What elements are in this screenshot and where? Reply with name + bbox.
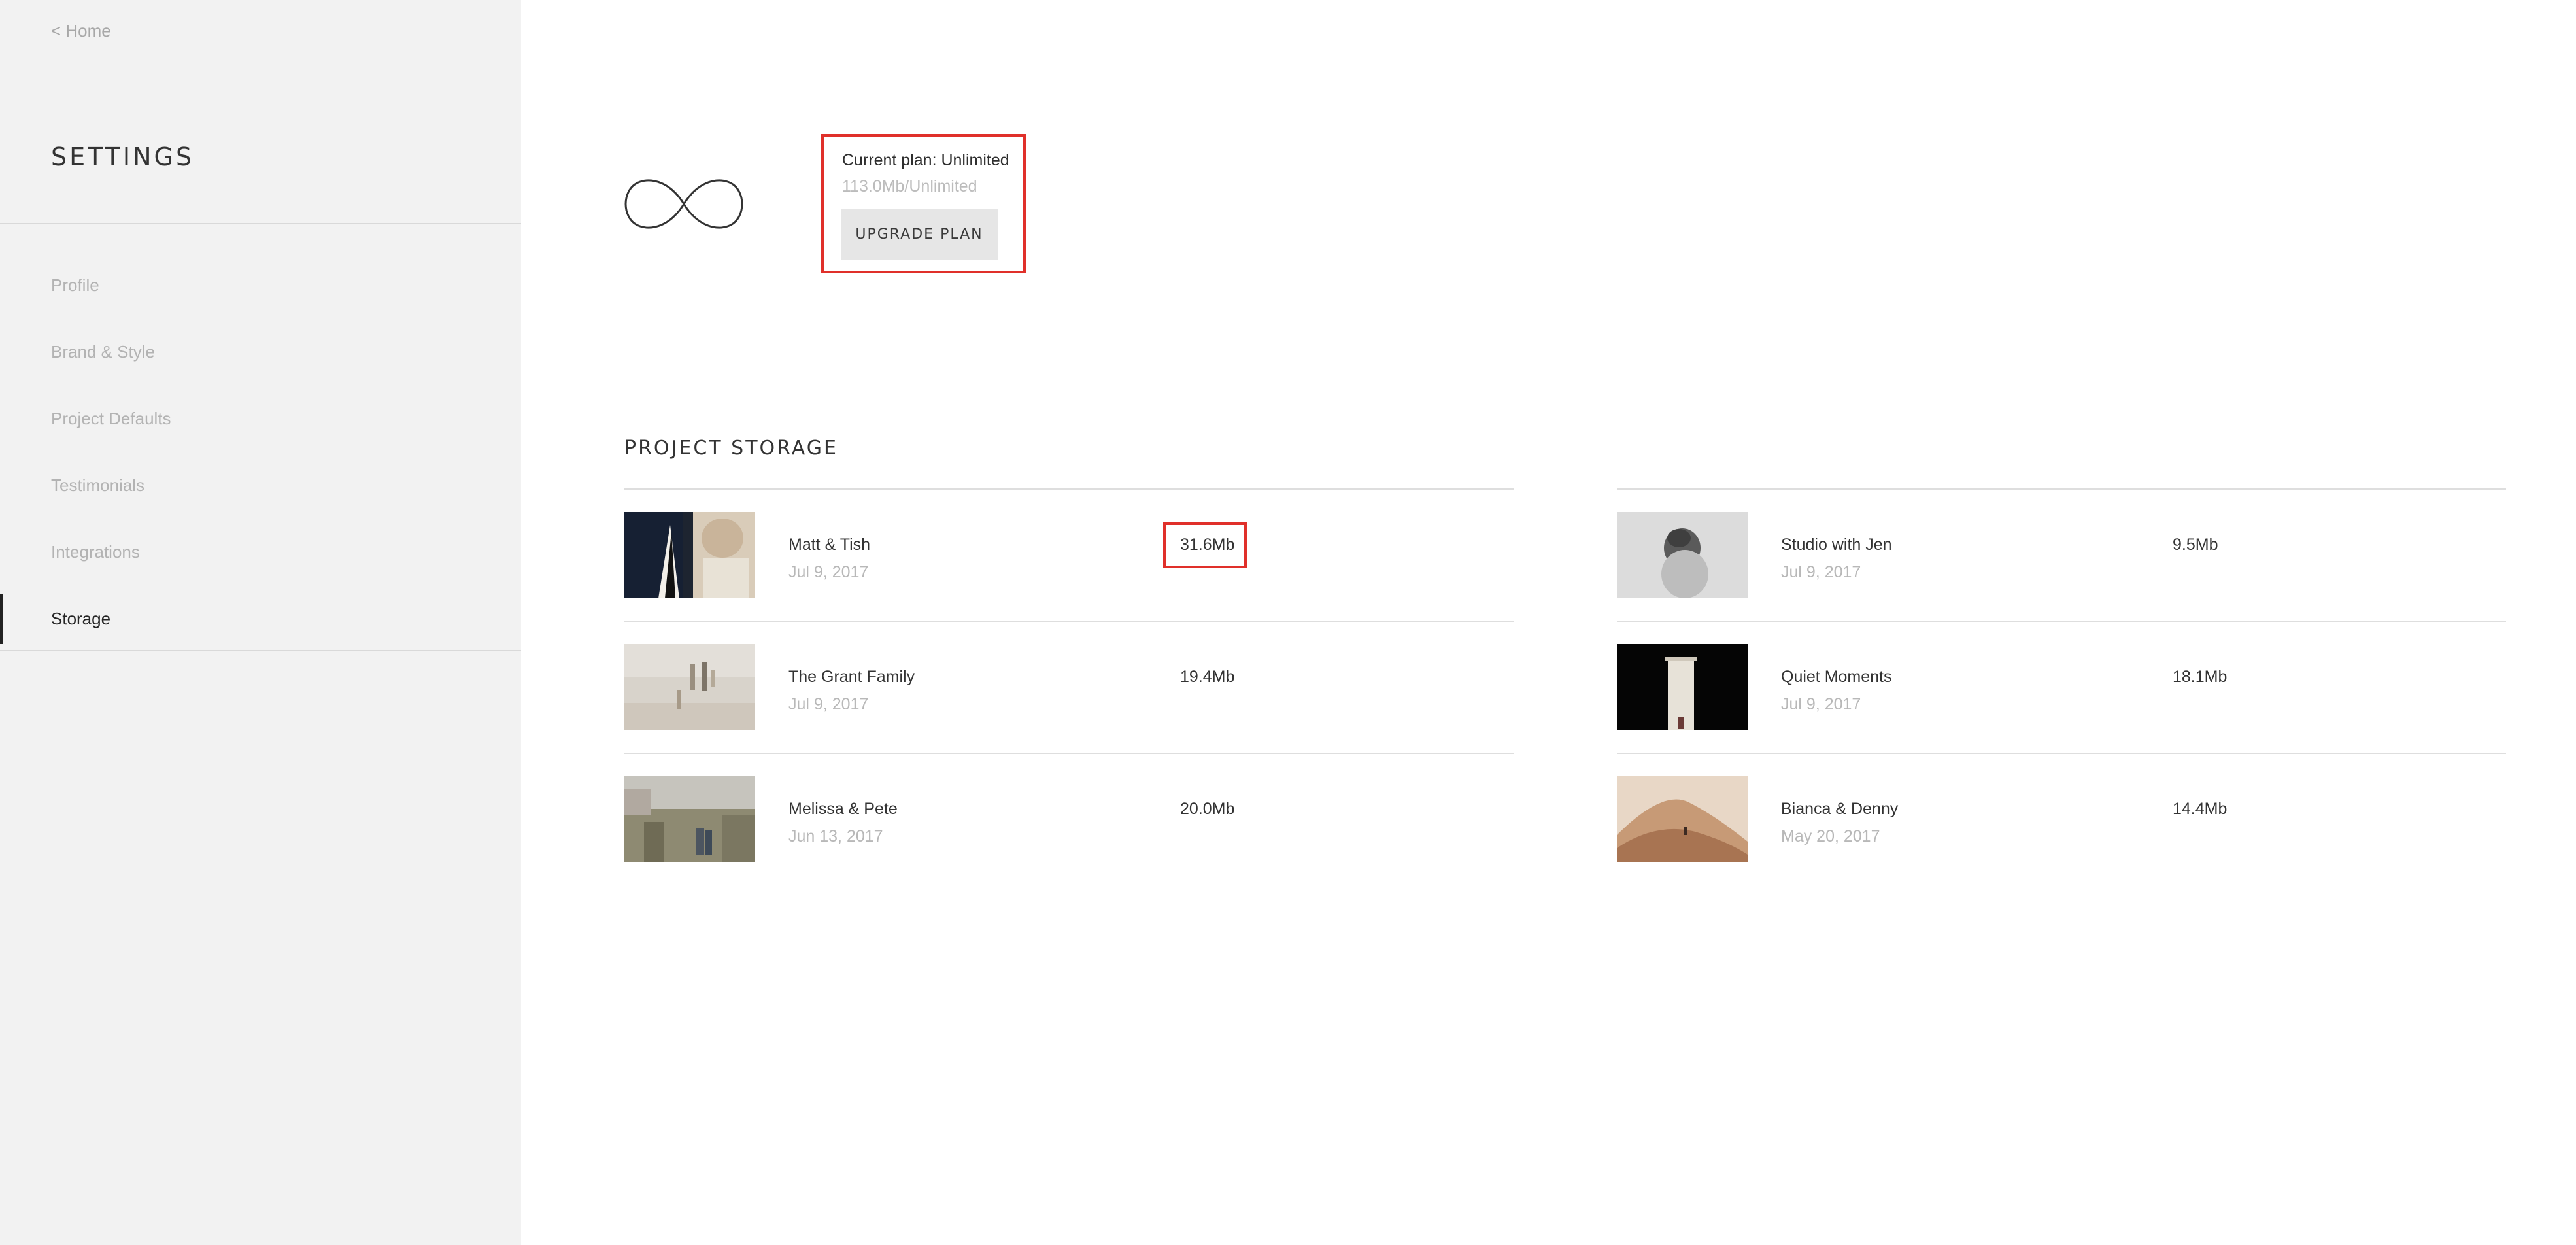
settings-nav: Profile Brand & Style Project Defaults T… — [0, 252, 521, 652]
project-date: Jul 9, 2017 — [1781, 563, 1861, 581]
sidebar-item-integrations[interactable]: Integrations — [0, 519, 521, 585]
project-date: Jul 9, 2017 — [1781, 695, 1861, 713]
project-thumbnail[interactable] — [624, 644, 755, 730]
project-thumbnail[interactable] — [624, 512, 755, 598]
sidebar-divider — [0, 223, 521, 224]
infinity-icon — [624, 179, 743, 229]
sidebar-item-storage[interactable]: Storage — [0, 585, 521, 652]
storage-row[interactable]: Bianca & Denny May 20, 2017 14.4Mb — [1617, 754, 2506, 885]
home-link[interactable]: < Home — [51, 21, 111, 41]
settings-sidebar: < Home SETTINGS Profile Brand & Style Pr… — [0, 0, 521, 1245]
storage-row[interactable]: Melissa & Pete Jun 13, 2017 20.0Mb — [624, 754, 1514, 885]
sidebar-divider — [0, 650, 521, 651]
project-size: 14.4Mb — [2173, 800, 2228, 818]
sidebar-item-testimonials[interactable]: Testimonials — [0, 452, 521, 519]
sidebar-item-brand-style[interactable]: Brand & Style — [0, 318, 521, 385]
project-date: Jun 13, 2017 — [788, 827, 883, 845]
project-name: Studio with Jen — [1781, 536, 1892, 554]
project-date: Jul 9, 2017 — [788, 695, 869, 713]
project-size: 18.1Mb — [2173, 668, 2228, 686]
project-name: Bianca & Denny — [1781, 800, 1899, 818]
sidebar-item-project-defaults[interactable]: Project Defaults — [0, 385, 521, 452]
current-plan-panel: Current plan: Unlimited 113.0Mb/Unlimite… — [821, 134, 1026, 273]
project-size: 19.4Mb — [1180, 668, 1235, 686]
storage-list-left: Matt & Tish Jul 9, 2017 31.6Mb The Grant… — [624, 488, 1514, 885]
project-thumbnail[interactable] — [1617, 512, 1748, 598]
project-size: 31.6Mb — [1180, 536, 1235, 554]
project-thumbnail[interactable] — [624, 776, 755, 862]
storage-row[interactable]: Quiet Moments Jul 9, 2017 18.1Mb — [1617, 622, 2506, 754]
storage-row[interactable]: Studio with Jen Jul 9, 2017 9.5Mb — [1617, 490, 2506, 622]
project-name: Matt & Tish — [788, 536, 871, 554]
sidebar-item-profile[interactable]: Profile — [0, 252, 521, 318]
project-name: The Grant Family — [788, 668, 915, 686]
project-storage-title: PROJECT STORAGE — [624, 437, 838, 460]
storage-row[interactable]: The Grant Family Jul 9, 2017 19.4Mb — [624, 622, 1514, 754]
upgrade-plan-button[interactable]: UPGRADE PLAN — [841, 209, 998, 260]
project-date: Jul 9, 2017 — [788, 563, 869, 581]
project-date: May 20, 2017 — [1781, 827, 1880, 845]
storage-row[interactable]: Matt & Tish Jul 9, 2017 31.6Mb — [624, 490, 1514, 622]
plan-usage: 113.0Mb/Unlimited — [842, 177, 977, 196]
storage-main: Current plan: Unlimited 113.0Mb/Unlimite… — [521, 0, 2576, 1245]
plan-name: Current plan: Unlimited — [842, 151, 1009, 169]
project-size: 9.5Mb — [2173, 536, 2218, 554]
project-name: Melissa & Pete — [788, 800, 898, 818]
project-size: 20.0Mb — [1180, 800, 1235, 818]
page-title: SETTINGS — [51, 143, 195, 171]
storage-list-right: Studio with Jen Jul 9, 2017 9.5Mb Quiet … — [1617, 488, 2506, 885]
project-name: Quiet Moments — [1781, 668, 1892, 686]
project-thumbnail[interactable] — [1617, 644, 1748, 730]
project-thumbnail[interactable] — [1617, 776, 1748, 862]
